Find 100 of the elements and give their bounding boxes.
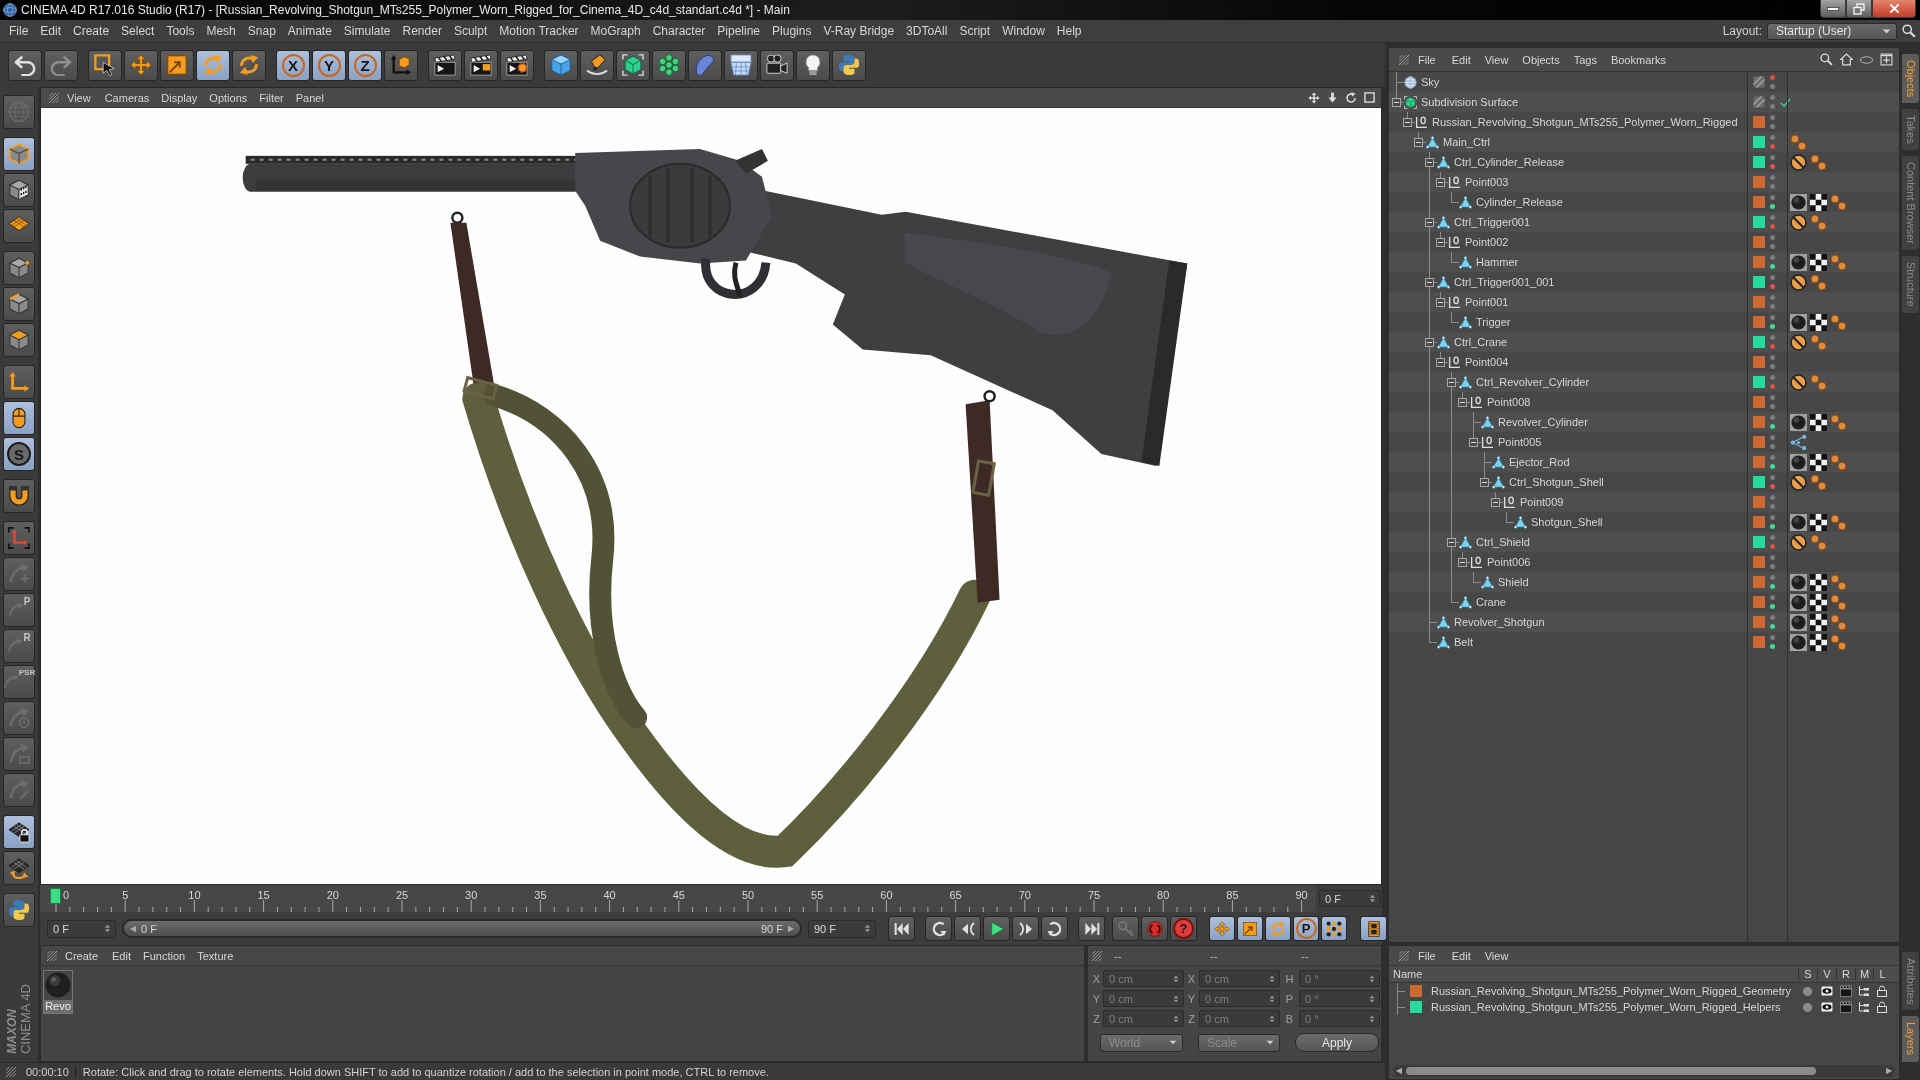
checkerboard-icon[interactable] <box>1810 413 1827 431</box>
playhead-marker[interactable] <box>50 888 61 904</box>
tool-button[interactable] <box>1360 916 1387 941</box>
menu-item[interactable]: Filter <box>253 89 290 106</box>
two-dots-icon[interactable] <box>1830 613 1847 631</box>
visibility-dot-icon[interactable] <box>1770 644 1775 649</box>
tool-button[interactable]: P <box>1293 916 1319 941</box>
menu-item[interactable]: Options <box>203 89 254 106</box>
two-dots-icon[interactable] <box>1830 413 1847 431</box>
tool-button[interactable] <box>1265 916 1291 941</box>
tool-button[interactable]: X <box>276 49 310 81</box>
visibility-dot-icon[interactable] <box>1770 115 1775 120</box>
tool-button[interactable] <box>544 49 578 81</box>
tool-button[interactable] <box>124 49 158 81</box>
frame-field[interactable]: 0 F <box>1319 890 1381 907</box>
menu-item[interactable]: Panel <box>289 89 330 106</box>
visibility-dot-icon[interactable] <box>1770 515 1775 520</box>
tool-button[interactable] <box>724 49 758 81</box>
menu-item[interactable]: MoGraph <box>584 23 647 39</box>
tool-button[interactable] <box>983 916 1010 941</box>
tool-button[interactable]: S <box>3 437 35 471</box>
tool-button[interactable] <box>500 49 534 81</box>
visibility-dot-icon[interactable] <box>1770 155 1775 160</box>
minus-box-icon[interactable] <box>1480 477 1489 487</box>
add-window-icon[interactable] <box>1880 53 1893 66</box>
visibility-dot-icon[interactable] <box>1770 375 1775 380</box>
visibility-dot-icon[interactable] <box>1770 195 1775 200</box>
visibility-dot-icon[interactable] <box>1770 384 1775 389</box>
visibility-dot-icon[interactable] <box>1770 224 1775 229</box>
minus-box-icon[interactable] <box>1458 557 1467 567</box>
minus-box-icon[interactable] <box>1425 217 1434 227</box>
spinner-icon[interactable] <box>863 924 872 933</box>
tool-button[interactable] <box>888 916 915 941</box>
sphere-icon[interactable] <box>1790 513 1807 531</box>
menu-item[interactable]: Mesh <box>200 23 242 39</box>
clapperboard-icon[interactable] <box>1839 985 1852 997</box>
tool-button[interactable] <box>464 49 498 81</box>
visibility-dot-icon[interactable] <box>1770 424 1775 429</box>
visibility-dot-icon[interactable] <box>1770 564 1775 569</box>
arrow-left-icon[interactable] <box>1395 1067 1403 1075</box>
sphere-icon[interactable] <box>1790 633 1807 651</box>
menu-item[interactable]: V-Ray Bridge <box>817 23 901 39</box>
visibility-dot-icon[interactable] <box>1770 544 1775 549</box>
close-button[interactable] <box>1872 0 1916 18</box>
visibility-dot-icon[interactable] <box>1770 95 1775 100</box>
menu-item[interactable]: Edit <box>1444 947 1478 964</box>
object-row[interactable]: Point003 <box>1389 172 1899 192</box>
clapperboard-icon[interactable] <box>1839 1001 1852 1013</box>
layer-row[interactable]: Russian_Revolving_Shotgun_MTs255_Polymer_Worn_Rigged_Geometry <box>1389 983 1899 999</box>
checkerboard-icon[interactable] <box>1810 313 1827 331</box>
menu-item[interactable]: Motion Tracker <box>493 23 585 39</box>
visibility-dot-icon[interactable] <box>1770 215 1775 220</box>
down-arrow-icon[interactable] <box>1327 92 1338 103</box>
visibility-dot-icon[interactable] <box>1770 175 1775 180</box>
tool-button[interactable] <box>3 479 35 513</box>
checkerboard-icon[interactable] <box>1810 593 1827 611</box>
two-dots-icon[interactable] <box>1810 533 1827 551</box>
tool-button[interactable] <box>3 815 35 849</box>
two-dots-icon[interactable] <box>1810 273 1827 291</box>
object-row[interactable]: Ctrl_Revolver_Cylinder <box>1389 372 1899 392</box>
visibility-dot-icon[interactable] <box>1770 415 1775 420</box>
object-row[interactable]: Ejector_Rod <box>1389 452 1899 472</box>
two-dots-icon[interactable] <box>1830 573 1847 591</box>
range-bar[interactable]: 0 F 90 F <box>124 921 800 936</box>
minus-box-icon[interactable] <box>1414 137 1423 147</box>
no-entry-icon[interactable] <box>1790 273 1807 291</box>
object-row[interactable]: Ctrl_Shield <box>1389 532 1899 552</box>
object-row[interactable]: Revolver_Shotgun <box>1389 612 1899 632</box>
tool-button[interactable] <box>3 173 35 207</box>
lock-icon[interactable] <box>1876 1001 1888 1013</box>
timeline-ruler[interactable]: 0 5 10 15 20 25 30 35 40 45 50 55 60 65 70 75 80 85 90 <box>40 885 1316 912</box>
checkerboard-icon[interactable] <box>1810 453 1827 471</box>
menu-item[interactable]: Tags <box>1566 51 1604 68</box>
visibility-dot-icon[interactable] <box>1770 455 1775 460</box>
tool-button[interactable] <box>3 287 35 321</box>
visibility-dot-icon[interactable] <box>1770 555 1775 560</box>
menu-item[interactable]: Function <box>137 947 192 964</box>
minus-box-icon[interactable] <box>1491 497 1500 507</box>
two-dots-icon[interactable] <box>1810 473 1827 491</box>
hierarchy-icon[interactable] <box>1858 1001 1870 1013</box>
menu-item[interactable]: View <box>1477 51 1516 68</box>
visibility-dot-icon[interactable] <box>1770 635 1775 640</box>
visibility-dot-icon[interactable] <box>1770 135 1775 140</box>
tool-button[interactable] <box>3 251 35 285</box>
menu-item[interactable]: File <box>1409 51 1445 68</box>
rotate-arrow-icon[interactable] <box>1345 91 1357 104</box>
minus-box-icon[interactable] <box>1447 377 1456 387</box>
circle-icon[interactable] <box>1802 1001 1813 1013</box>
tool-button[interactable] <box>232 49 266 81</box>
visibility-dot-icon[interactable] <box>1770 104 1775 109</box>
two-dots-icon[interactable] <box>1790 133 1807 151</box>
visibility-dot-icon[interactable] <box>1770 184 1775 189</box>
menu-item[interactable]: Character <box>646 23 712 39</box>
sphere-icon[interactable] <box>1790 593 1807 611</box>
sphere-icon[interactable] <box>1790 573 1807 591</box>
minus-box-icon[interactable] <box>1458 397 1467 407</box>
object-row[interactable]: Ctrl_Trigger001 <box>1389 212 1899 232</box>
minus-box-icon[interactable] <box>1425 337 1434 347</box>
search-icon[interactable] <box>1902 24 1916 38</box>
menu-item[interactable]: View <box>59 89 99 106</box>
